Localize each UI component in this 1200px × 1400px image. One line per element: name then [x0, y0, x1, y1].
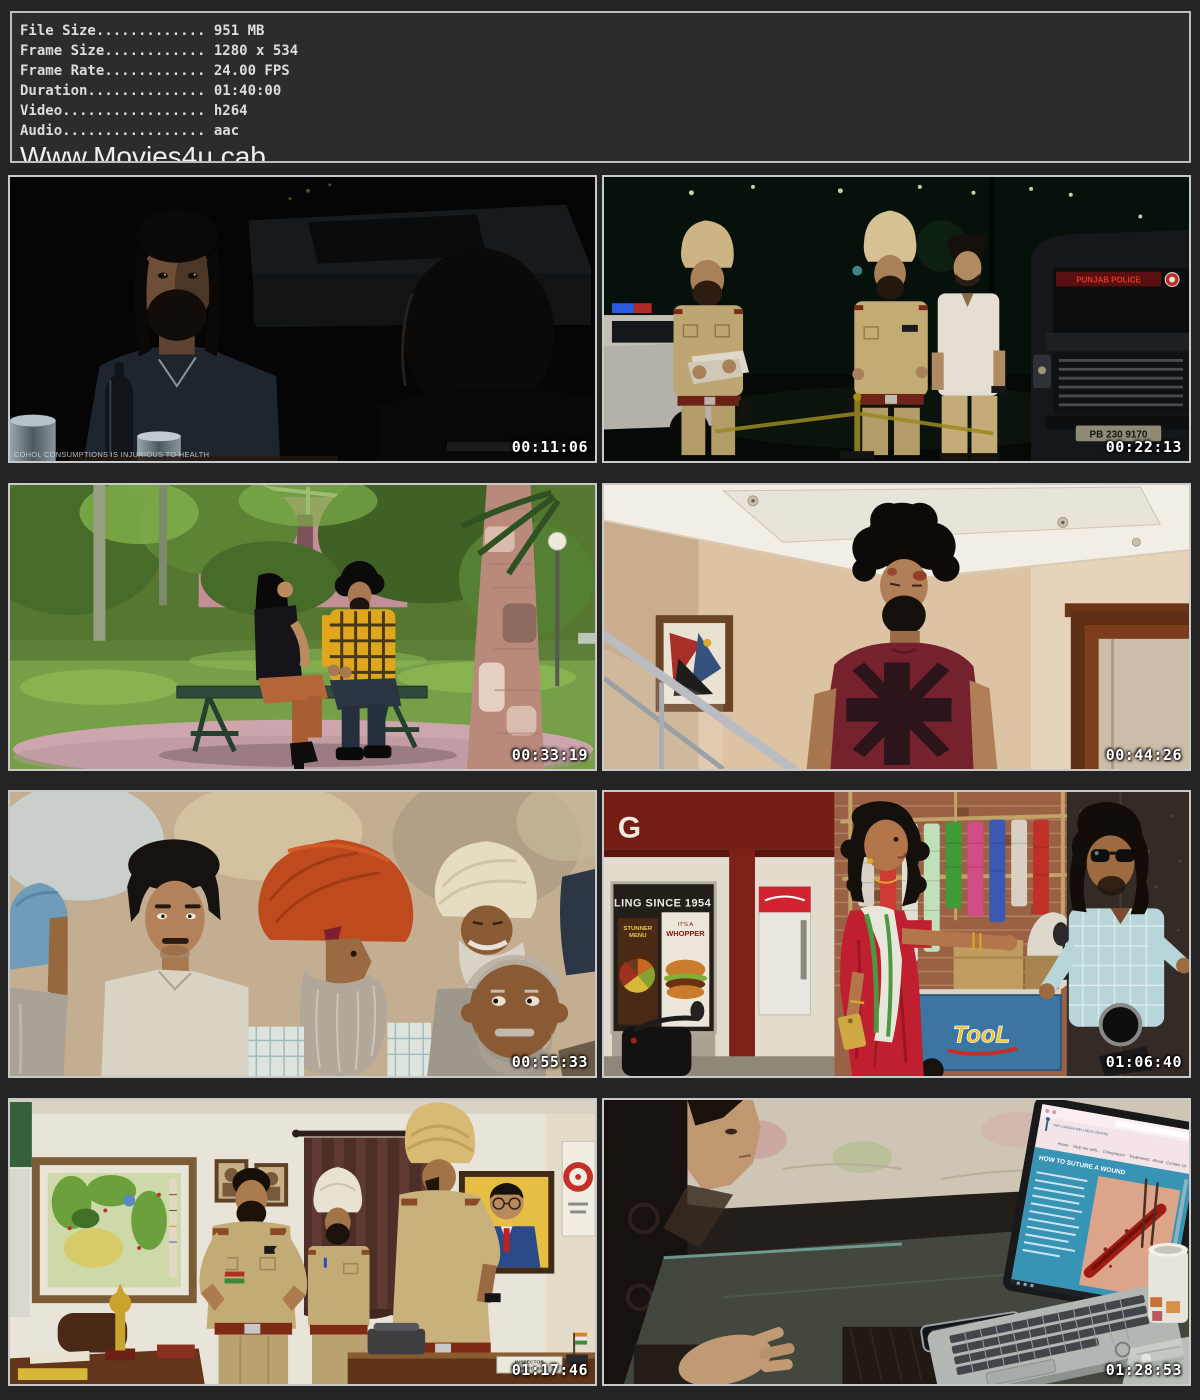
svg-text:WHOPPER: WHOPPER: [666, 929, 705, 938]
punjab-police-banner-text: PUNJAB POLICE: [1076, 276, 1140, 285]
timestamp-overlay: 01:06:40: [1106, 1053, 1182, 1071]
cola-cooler: [759, 887, 811, 1015]
info-line-file-size: File Size............. 951 MB: [20, 21, 1189, 41]
timestamp-overlay: 01:17:46: [512, 1361, 588, 1379]
timestamp-overlay: 00:22:13: [1106, 438, 1182, 456]
notice-board: [10, 1102, 32, 1167]
thin-tree-trunk: [93, 485, 105, 655]
navy-turban-partial: [560, 869, 595, 976]
screenshot-night-police: PUNJAB POLICE PB 230 9170: [602, 175, 1191, 463]
info-line-video: Video................. h264: [20, 101, 1189, 121]
timestamp-overlay: 00:33:19: [512, 746, 588, 764]
alcohol-warning-text: COHOL CONSUMPTIONS IS INJURIOUS TO HEALT…: [14, 450, 209, 459]
district-map: [32, 1157, 197, 1303]
union-jack-print: [846, 663, 951, 766]
timestamp-overlay: 00:55:33: [512, 1053, 588, 1071]
site-watermark: Www.Movies4u.cab: [20, 142, 1189, 163]
police-suv: PUNJAB POLICE PB 230 9170: [1031, 230, 1189, 461]
screenshot-staircase: 00:44:26: [602, 483, 1191, 771]
svg-text:MENU: MENU: [629, 933, 646, 939]
timestamp-overlay: 01:28:53: [1106, 1361, 1182, 1379]
file-info-panel: File Size............. 951 MB Frame Size…: [10, 11, 1191, 163]
stunner-menu-poster: STUNNER MENU: [618, 918, 658, 1024]
screenshot-laptop: THE LONDON WELLNESS CENTRE Home Help me …: [602, 1098, 1191, 1386]
screenshot-night-drink: COHOL CONSUMPTIONS IS INJURIOUS TO HEALT…: [8, 175, 597, 463]
cart-label-text: TooL: [953, 1022, 1010, 1049]
store-sign-text: LING SINCE 1954: [614, 897, 711, 909]
paper-cup: [1148, 1243, 1188, 1323]
timestamp-overlay: 00:44:26: [1106, 746, 1182, 764]
wooden-door: [1065, 603, 1189, 769]
info-line-frame-size: Frame Size............ 1280 x 534: [20, 41, 1189, 61]
info-line-audio: Audio................. aac: [20, 121, 1189, 141]
screenshot-crowd: 00:55:33: [8, 790, 597, 1078]
info-line-frame-rate: Frame Rate............ 24.00 FPS: [20, 61, 1189, 81]
screenshot-market: G LING SINCE 1954 STUNNER MENU IT'S A: [602, 790, 1191, 1078]
screenshot-police-office: INSPECTOR TAJINDER SINGH: [8, 1098, 597, 1386]
screenshot-park-bench: 00:33:19: [8, 483, 597, 771]
svg-text:IT'S A: IT'S A: [678, 922, 694, 928]
page-root: File Size............. 951 MB Frame Size…: [0, 0, 1200, 1400]
fascia-letter: G: [618, 811, 641, 844]
timestamp-overlay: 00:11:06: [512, 438, 588, 456]
svg-text:STUNNER: STUNNER: [623, 926, 652, 932]
info-line-duration: Duration.............. 01:40:00: [20, 81, 1189, 101]
officer-center-white-turban: [308, 1167, 370, 1384]
police-emblem-poster: [562, 1141, 595, 1236]
